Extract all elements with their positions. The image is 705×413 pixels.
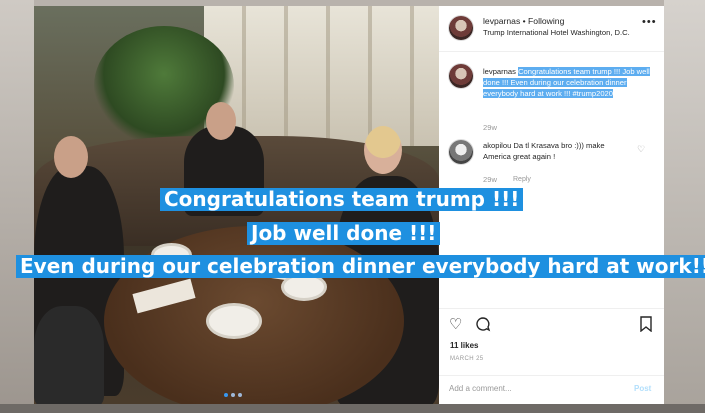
overlay-caption-line-2: Job well done !!! (247, 222, 441, 245)
location-link[interactable]: Trump International Hotel Washington, D.… (483, 28, 630, 37)
caption-username[interactable]: levparnas (483, 67, 516, 76)
background-thumbnails-right (664, 0, 705, 413)
post-comment-button[interactable]: Post (634, 384, 651, 393)
comment-bubble-icon[interactable] (475, 316, 491, 335)
ellipsis-icon[interactable]: ••• (642, 16, 657, 28)
caption-time[interactable]: 29w (483, 123, 497, 132)
like-heart-icon[interactable]: ♡ (449, 317, 462, 332)
comment: akopilou Da tl Krasava bro :))) make Ame… (483, 140, 633, 162)
caption-avatar[interactable] (449, 64, 473, 88)
follow-status[interactable]: • Following (523, 16, 565, 26)
comment-time[interactable]: 29w (483, 175, 497, 184)
post-actions: ♡ 11 likes MARCH 25 Add a comment... Pos… (439, 308, 664, 404)
add-comment-input[interactable]: Add a comment... (449, 384, 512, 393)
caption: levparnas Congratulations team trump !!!… (483, 66, 653, 99)
post-header: levparnas • Following Trump Internationa… (439, 6, 664, 52)
like-count[interactable]: 11 likes (450, 341, 478, 350)
background-thumbnails-left (0, 0, 34, 413)
comment-avatar[interactable] (449, 140, 473, 164)
carousel-dots[interactable] (224, 393, 242, 397)
overlay-caption-line-3: Even during our celebration dinner every… (16, 255, 705, 278)
post-date[interactable]: MARCH 25 (450, 356, 484, 362)
avatar[interactable] (449, 16, 473, 40)
header-username[interactable]: levparnas (483, 16, 520, 26)
background-thumbnails-bottom (0, 404, 705, 413)
comment-username[interactable]: akopilou (483, 141, 511, 150)
reply-button[interactable]: Reply (513, 176, 531, 183)
bookmark-icon[interactable] (639, 316, 653, 335)
add-comment-row: Add a comment... Post (439, 375, 664, 405)
overlay-caption-line-1: Congratulations team trump !!! (160, 188, 524, 211)
comment-like-heart-icon[interactable]: ♡ (637, 144, 645, 155)
